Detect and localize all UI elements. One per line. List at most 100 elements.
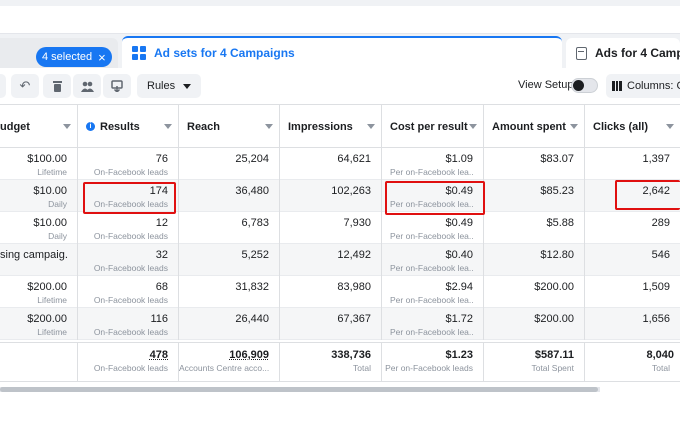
cpr-value: $0.49 bbox=[445, 217, 473, 229]
view-setup-toggle[interactable] bbox=[571, 78, 598, 93]
table-row[interactable]: $200.00 Lifetime 116 On-Facebook leads 26,… bbox=[0, 308, 680, 340]
sort-icon[interactable] bbox=[469, 124, 477, 129]
export-button[interactable] bbox=[103, 74, 131, 98]
sort-icon[interactable] bbox=[367, 124, 375, 129]
reach-value: 26,440 bbox=[235, 313, 269, 325]
undo-button[interactable]: ↶ bbox=[11, 74, 39, 98]
table-row[interactable]: $100.00 Lifetime 76 On-Facebook leads 25,2… bbox=[0, 148, 680, 180]
selected-chip-label: 4 selected bbox=[42, 51, 93, 63]
clicks-cell: 1,509 bbox=[585, 276, 680, 308]
sort-icon[interactable] bbox=[164, 124, 172, 129]
users-button[interactable] bbox=[73, 74, 101, 98]
impressions-cell: 83,980 bbox=[280, 276, 382, 308]
budget-cell[interactable]: $10.00 Daily bbox=[0, 212, 78, 244]
cpr-value: $0.40 bbox=[445, 249, 473, 261]
impressions-cell: 7,930 bbox=[280, 212, 382, 244]
delete-button[interactable] bbox=[43, 74, 71, 98]
impressions-value: 83,980 bbox=[337, 281, 371, 293]
totals-spent-value: $587.11 bbox=[534, 349, 574, 361]
cpr-cell: $0.40 Per on-Facebook lea... bbox=[382, 244, 484, 276]
reach-value: 5,252 bbox=[241, 249, 269, 261]
results-cell: 76 On-Facebook leads bbox=[78, 148, 179, 180]
totals-clicks-value: 8,040 bbox=[646, 349, 674, 361]
adsets-grid-icon bbox=[132, 46, 146, 60]
spent-value: $83.07 bbox=[540, 153, 574, 165]
totals-spent-cell: $587.11 Total Spent bbox=[484, 343, 585, 382]
cpr-cell: $2.94 Per on-Facebook lea... bbox=[382, 276, 484, 308]
columns-dropdown[interactable]: Columns: Cu bbox=[606, 74, 680, 98]
totals-results-value: 478 bbox=[149, 349, 168, 361]
tab-ads[interactable]: Ads for 4 Campaigns bbox=[566, 38, 680, 68]
reach-cell: 36,480 bbox=[179, 180, 280, 212]
cpr-type: Per on-Facebook lea... bbox=[390, 295, 473, 305]
budget-value: $200.00 bbox=[27, 313, 67, 325]
spent-cell: $85.23 bbox=[484, 180, 585, 212]
budget-cell[interactable]: $100.00 Lifetime bbox=[0, 148, 78, 180]
ads-document-icon bbox=[576, 46, 587, 60]
rules-dropdown[interactable]: Rules bbox=[137, 74, 202, 98]
reach-value: 6,783 bbox=[241, 217, 269, 229]
results-type: On-Facebook leads bbox=[93, 295, 168, 305]
table-row[interactable]: sing campaig... 32 On-Facebook leads 5,25… bbox=[0, 244, 680, 276]
col-header-results[interactable]: i Results bbox=[78, 105, 179, 148]
toggle-knob bbox=[573, 80, 584, 91]
cpr-type: Per on-Facebook lea... bbox=[390, 263, 473, 273]
info-icon[interactable]: i bbox=[86, 122, 95, 131]
results-type: On-Facebook leads bbox=[93, 231, 168, 241]
tab-bar: 4 selected × Ad sets for 4 Campaigns Ads… bbox=[0, 34, 680, 68]
sort-icon[interactable] bbox=[265, 124, 273, 129]
close-icon[interactable]: × bbox=[98, 51, 106, 64]
selected-chip[interactable]: 4 selected × bbox=[36, 47, 112, 67]
results-type: On-Facebook leads bbox=[93, 327, 168, 337]
reach-cell: 31,832 bbox=[179, 276, 280, 308]
reach-value: 36,480 bbox=[235, 185, 269, 197]
totals-impressions-value: 338,736 bbox=[331, 349, 371, 361]
results-value: 68 bbox=[155, 281, 168, 293]
impressions-value: 67,367 bbox=[337, 313, 371, 325]
clicks-value: 289 bbox=[651, 217, 670, 229]
sort-icon[interactable] bbox=[63, 124, 71, 129]
col-header-reach-label: Reach bbox=[187, 120, 221, 133]
clicks-value: 1,656 bbox=[642, 313, 670, 325]
partial-button[interactable] bbox=[0, 74, 6, 98]
cpr-value: $1.72 bbox=[445, 313, 473, 325]
col-header-amount-spent[interactable]: Amount spent bbox=[484, 105, 585, 148]
tab-adsets[interactable]: Ad sets for 4 Campaigns bbox=[122, 36, 562, 68]
reach-value: 25,204 bbox=[235, 153, 269, 165]
columns-label: Columns: Cu bbox=[627, 80, 680, 92]
cpr-type: Per on-Facebook lea... bbox=[390, 327, 473, 337]
reach-cell: 25,204 bbox=[179, 148, 280, 180]
budget-cell[interactable]: $10.00 Daily bbox=[0, 180, 78, 212]
spent-value: $5.88 bbox=[546, 217, 574, 229]
budget-cell[interactable]: sing campaig... bbox=[0, 244, 78, 276]
impressions-cell: 102,263 bbox=[280, 180, 382, 212]
totals-spent-type: Total Spent bbox=[531, 363, 574, 373]
undo-icon: ↶ bbox=[19, 78, 31, 93]
impressions-value: 64,621 bbox=[337, 153, 371, 165]
col-header-impressions[interactable]: Impressions bbox=[280, 105, 382, 148]
budget-cell[interactable]: $200.00 Lifetime bbox=[0, 276, 78, 308]
horizontal-scrollbar-thumb[interactable] bbox=[0, 387, 598, 392]
clicks-value: 546 bbox=[651, 249, 670, 261]
users-icon bbox=[80, 81, 94, 92]
col-header-cost-per-result[interactable]: Cost per result bbox=[382, 105, 484, 148]
budget-cell[interactable]: $200.00 Lifetime bbox=[0, 308, 78, 340]
sort-icon[interactable] bbox=[666, 124, 674, 129]
col-header-reach[interactable]: Reach bbox=[179, 105, 280, 148]
sort-icon[interactable] bbox=[570, 124, 578, 129]
col-header-results-label: Results bbox=[100, 120, 140, 133]
col-header-clicks[interactable]: Clicks (all) bbox=[585, 105, 680, 148]
cpr-cell: $1.09 Per on-Facebook lea... bbox=[382, 148, 484, 180]
totals-reach-cell: 106,909 Accounts Centre acco... bbox=[179, 343, 280, 382]
adsets-table: udget i Results Reach Impressions Cost p… bbox=[0, 104, 680, 386]
tab-campaigns[interactable]: 4 selected × bbox=[0, 38, 118, 68]
table-row[interactable]: $10.00 Daily 12 On-Facebook leads 6,783 7,… bbox=[0, 212, 680, 244]
totals-impressions-cell: 338,736 Total bbox=[280, 343, 382, 382]
col-header-budget[interactable]: udget bbox=[0, 105, 78, 148]
reach-cell: 6,783 bbox=[179, 212, 280, 244]
chevron-down-icon bbox=[183, 83, 192, 89]
columns-icon bbox=[612, 81, 623, 91]
highlight-box-results bbox=[83, 182, 176, 214]
table-row[interactable]: $200.00 Lifetime 68 On-Facebook leads 31,8… bbox=[0, 276, 680, 308]
spent-cell: $12.80 bbox=[484, 244, 585, 276]
